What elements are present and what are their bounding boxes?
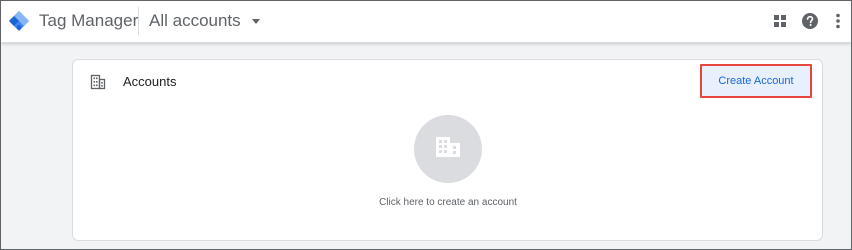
apps-grid-icon[interactable] — [770, 11, 790, 31]
header-divider — [138, 7, 139, 35]
app-window: Tag Manager All accounts Click here to c… — [0, 0, 852, 250]
card-title: Accounts — [123, 74, 177, 89]
more-vert-icon[interactable] — [828, 11, 848, 31]
empty-state-text: Click here to create an account — [379, 197, 517, 208]
chevron-down-icon — [251, 18, 260, 24]
building-icon — [90, 74, 106, 90]
accounts-card: Click here to create an account Accounts… — [72, 59, 823, 241]
product-name[interactable]: Tag Manager — [39, 11, 138, 31]
tag-manager-logo-icon[interactable] — [8, 10, 30, 32]
empty-state-icon-circle — [414, 115, 482, 183]
account-picker[interactable]: All accounts — [149, 9, 260, 33]
account-picker-label: All accounts — [149, 11, 241, 30]
building-icon — [435, 136, 461, 163]
create-account-button[interactable]: Create Account — [700, 64, 812, 98]
help-icon[interactable] — [800, 11, 820, 31]
top-app-bar: Tag Manager All accounts — [1, 1, 851, 43]
